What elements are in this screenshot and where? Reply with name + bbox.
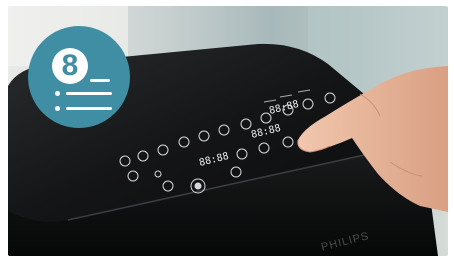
product-photo: 88:88 88:88 88:88 8 PHILIPS	[8, 6, 448, 256]
list-bullet	[55, 106, 60, 111]
power-button-dot	[194, 182, 202, 190]
list-line	[66, 107, 112, 110]
list-bullet	[55, 91, 60, 96]
list-line	[66, 92, 112, 95]
step-badge: 8	[28, 26, 130, 128]
list-line	[90, 79, 110, 82]
step-number: 8	[52, 48, 88, 84]
